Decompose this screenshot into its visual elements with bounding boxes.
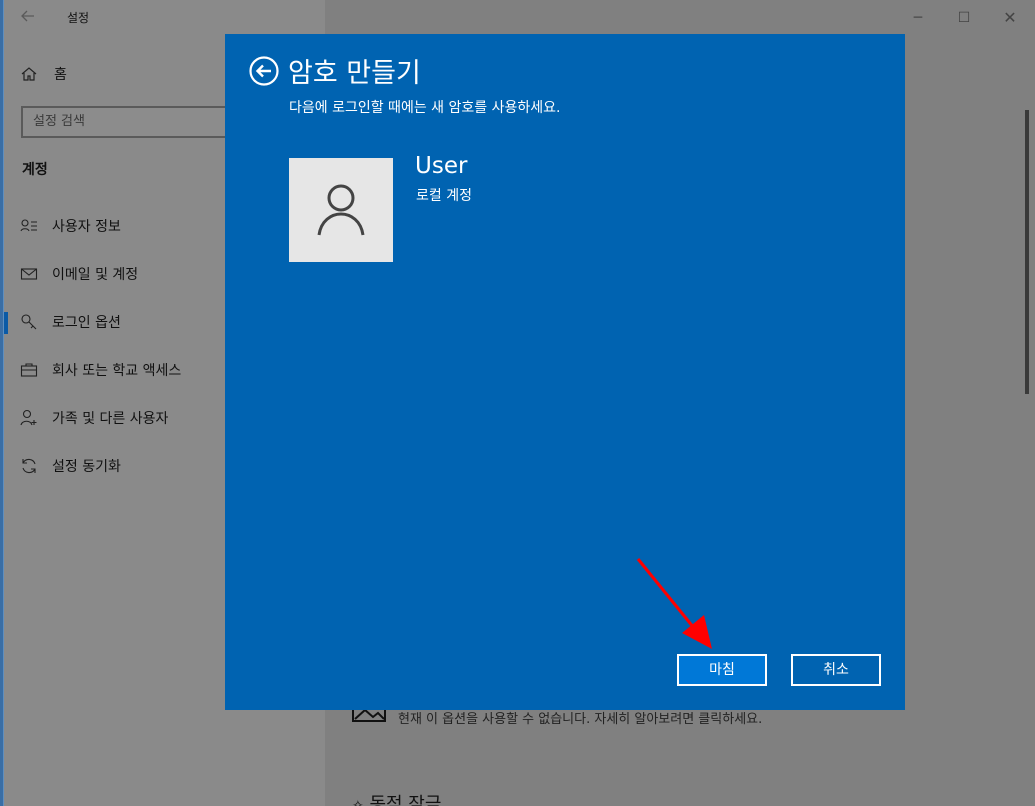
user-name: User [415,153,468,179]
briefcase-icon [20,363,38,377]
sidebar-item-label: 회사 또는 학교 액세스 [52,363,182,379]
back-arrow-icon[interactable] [249,56,279,86]
cancel-button[interactable]: 취소 [791,654,881,686]
person-icon [317,184,365,236]
dialog-subtitle: 다음에 로그인할 때에는 새 암호를 사용하세요. [289,100,561,116]
home-label: 홈 [54,67,67,83]
key-icon [21,314,37,330]
sidebar-item-label: 사용자 정보 [52,219,121,235]
person-add-icon [20,409,37,426]
section-title: 계정 [22,162,48,178]
close-button[interactable]: ✕ [987,6,1033,30]
sidebar-item-label: 로그인 옵션 [52,315,121,331]
home-nav[interactable]: 홈 [20,62,67,86]
sidebar-item-label: 이메일 및 계정 [52,267,139,283]
account-type: 로컬 계정 [416,188,472,204]
sidebar-item-label: 가족 및 다른 사용자 [52,411,169,427]
search-placeholder: 설정 검색 [33,114,85,129]
scrollbar-thumb[interactable] [1025,110,1029,394]
dynamic-lock-heading: ✧ 동적 잠금 [352,790,441,806]
selection-indicator [4,312,8,334]
maximize-button[interactable]: ☐ [941,6,987,30]
sparkle-icon: ✧ [352,798,364,806]
home-icon [21,67,37,81]
finish-button[interactable]: 마침 [677,654,767,686]
option-unavailable-text[interactable]: 현재 이 옵션을 사용할 수 없습니다. 자세히 알아보려면 클릭하세요. [398,710,798,729]
mail-icon [20,268,38,280]
sync-icon [22,458,36,474]
red-arrow-annotation [636,558,712,649]
minimize-button[interactable]: ─ [895,6,941,30]
create-password-dialog: 암호 만들기 다음에 로그인할 때에는 새 암호를 사용하세요. User 로컬… [225,34,905,710]
sidebar-item-label: 설정 동기화 [52,459,121,475]
dynamic-lock-label: 동적 잠금 [369,794,442,806]
back-icon[interactable] [18,8,38,28]
avatar [289,158,393,262]
dialog-title: 암호 만들기 [288,58,421,89]
app-title: 설정 [67,11,90,25]
user-info-icon [20,219,37,232]
